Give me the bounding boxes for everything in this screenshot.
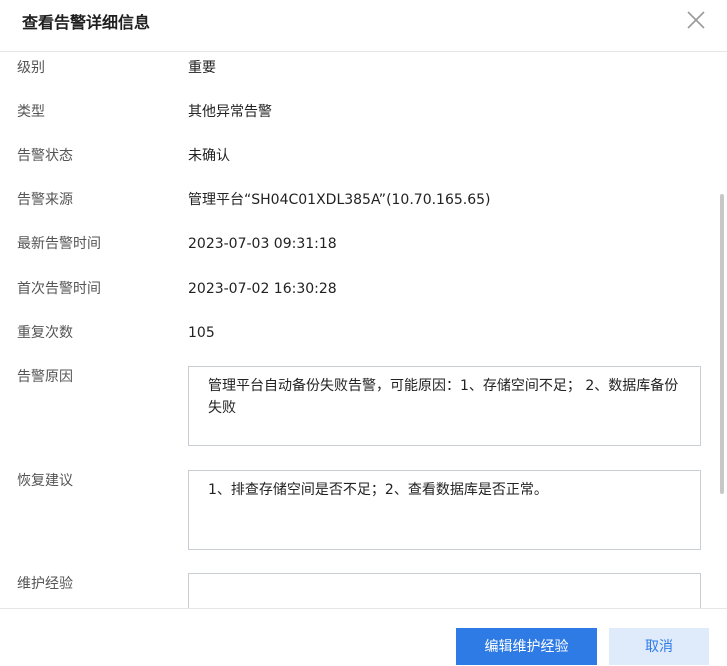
field-value: 2023-07-03 09:31:18: [188, 236, 337, 252]
dialog-title: 查看告警详细信息: [22, 13, 151, 32]
field-value: 105: [188, 325, 215, 341]
field-label: 类型: [17, 104, 45, 120]
close-button[interactable]: [684, 8, 708, 32]
field-label: 重复次数: [17, 325, 73, 341]
field-value: 2023-07-02 16:30:28: [188, 281, 337, 297]
cancel-button[interactable]: 取消: [609, 628, 709, 665]
field-value: 重要: [188, 60, 216, 76]
scrollbar-thumb[interactable]: [720, 194, 724, 494]
field-label: 告警来源: [17, 192, 73, 208]
dialog-body[interactable]: 级别 重要 类型 其他异常告警 告警状态 未确认 告警来源 管理平台“SH04C…: [0, 52, 727, 608]
dialog-header: 查看告警详细信息: [0, 0, 727, 52]
field-label: 最新告警时间: [17, 236, 101, 252]
suggestion-textarea[interactable]: 1、排查存储空间是否不足；2、查看数据库是否正常。: [188, 470, 701, 550]
edit-experience-button[interactable]: 编辑维护经验: [456, 628, 597, 665]
reason-textarea[interactable]: 管理平台自动备份失败告警，可能原因：1、存储空间不足； 2、数据库备份失败: [188, 366, 701, 446]
experience-textarea[interactable]: [188, 573, 701, 608]
field-label: 级别: [17, 60, 45, 76]
field-label: 首次告警时间: [17, 281, 101, 297]
field-value: 其他异常告警: [188, 104, 272, 120]
field-value: 管理平台“SH04C01XDL385A”(10.70.165.65): [188, 192, 491, 208]
close-icon: [687, 11, 705, 29]
dialog-footer: 编辑维护经验 取消: [0, 608, 727, 665]
field-label: 告警状态: [17, 148, 73, 164]
field-label: 告警原因: [17, 369, 73, 385]
field-value: 未确认: [188, 148, 230, 164]
field-label: 维护经验: [17, 576, 73, 592]
alarm-detail-dialog: 查看告警详细信息 级别 重要 类型 其他异常告警 告警状态 未确认 告警来源 管…: [0, 0, 727, 665]
field-label: 恢复建议: [17, 473, 73, 489]
